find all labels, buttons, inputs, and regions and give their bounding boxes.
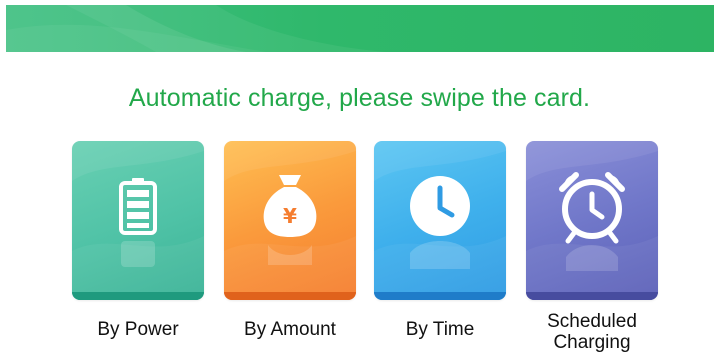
swipe-card-prompt: Automatic charge, please swipe the card. xyxy=(128,84,591,112)
by-power-label-text: By Power xyxy=(97,319,179,340)
by-power-tile[interactable] xyxy=(72,141,204,300)
scheduled-charging-tile[interactable] xyxy=(526,141,658,300)
scheduled-charging-label-line1: Scheduled xyxy=(547,311,637,332)
scheduled-charging-option[interactable]: Scheduled Charging xyxy=(526,141,658,353)
tile-bottom-bar xyxy=(374,292,506,300)
by-amount-tile[interactable]: ¥ xyxy=(224,141,356,300)
header-banner xyxy=(6,5,714,52)
by-time-option[interactable]: By Time xyxy=(374,141,506,340)
by-amount-label: By Amount xyxy=(204,319,376,340)
clock-icon xyxy=(410,176,470,269)
by-time-label: By Time xyxy=(354,319,526,340)
by-power-option[interactable]: By Power xyxy=(72,141,204,340)
by-amount-label-text: By Amount xyxy=(244,319,336,340)
tile-bottom-bar xyxy=(72,292,204,300)
tile-bottom-bar xyxy=(224,292,356,300)
charging-mode-screen: Automatic charge, please swipe the card.… xyxy=(0,0,719,354)
scheduled-charging-label-line2: Charging xyxy=(553,332,631,353)
scheduled-charging-label: Scheduled Charging xyxy=(506,311,678,353)
alarm-clock-icon xyxy=(559,172,625,271)
by-time-tile[interactable] xyxy=(374,141,506,300)
tile-bottom-bar xyxy=(526,292,658,300)
by-amount-option[interactable]: ¥ By Amount xyxy=(224,141,356,340)
banner-decoration xyxy=(6,5,386,52)
by-time-label-text: By Time xyxy=(405,319,475,340)
battery-icon xyxy=(119,178,157,267)
money-bag-icon: ¥ xyxy=(263,175,317,265)
currency-symbol: ¥ xyxy=(283,204,297,228)
by-power-label: By Power xyxy=(52,319,224,340)
